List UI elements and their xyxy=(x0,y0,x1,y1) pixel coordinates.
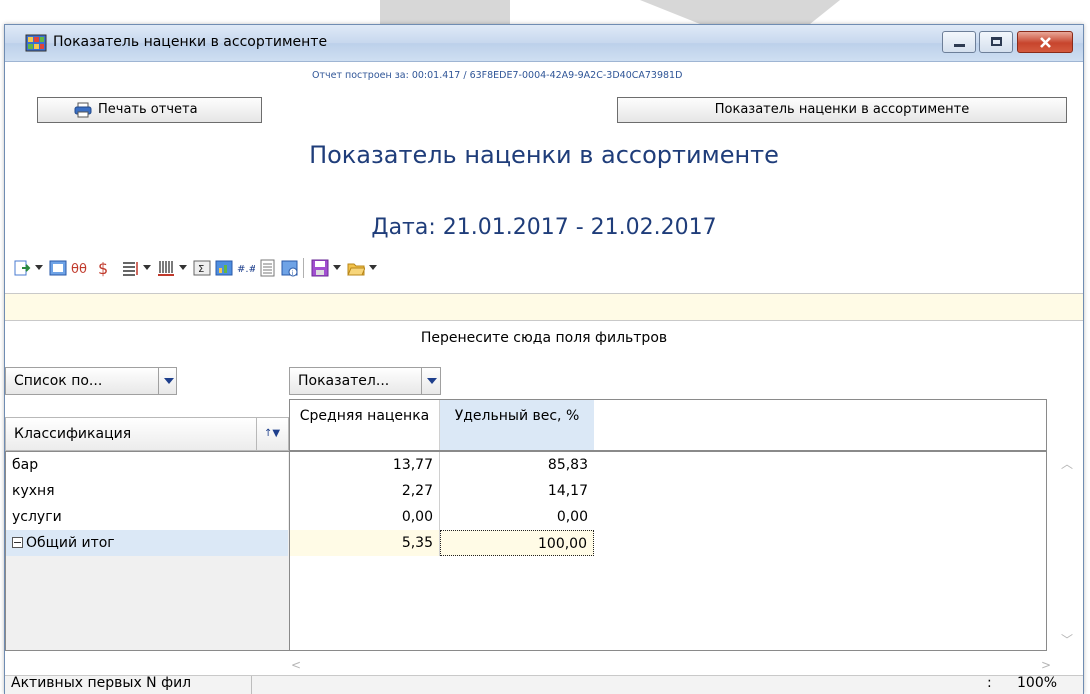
scroll-up-icon[interactable]: ︿ xyxy=(1061,455,1073,472)
row-label-bar[interactable]: бар xyxy=(6,452,288,478)
data-cells: 13,77 85,83 2,27 14,17 0,00 0,00 5,35 10… xyxy=(289,451,1047,651)
print-report-button[interactable]: Печать отчета xyxy=(37,97,262,123)
cell-kitchen-avg[interactable]: 2,27 xyxy=(290,478,440,504)
cell-bar-share[interactable]: 85,83 xyxy=(440,452,594,478)
zoom-level[interactable]: 100% xyxy=(1017,675,1057,691)
decimal-icon[interactable]: #.# xyxy=(237,259,255,277)
sort-icon[interactable]: ↑▼ xyxy=(256,418,287,450)
align-icon[interactable] xyxy=(121,259,139,277)
export-dropdown-icon[interactable] xyxy=(35,265,43,270)
info-icon[interactable]: i xyxy=(281,259,299,277)
column-header-avg-markup[interactable]: Средняя наценка xyxy=(290,400,440,450)
status-separator xyxy=(251,676,252,694)
svg-text:θθ: θθ xyxy=(71,262,87,277)
bars-icon[interactable] xyxy=(157,259,175,277)
pivot-toolbar: θθ $ Σ #.# i xyxy=(13,257,633,281)
status-colon: : xyxy=(987,675,992,691)
minimize-button[interactable] xyxy=(942,31,976,53)
scroll-left-icon[interactable]: < xyxy=(291,658,301,672)
printer-icon xyxy=(74,102,92,118)
column-field-label: Показател... xyxy=(298,373,390,389)
close-button[interactable] xyxy=(1017,31,1073,53)
column-headers: Средняя наценка Удельный вес, % xyxy=(289,399,1047,451)
app-grid-icon xyxy=(25,34,47,52)
chevron-down-icon[interactable] xyxy=(421,368,442,394)
horizontal-scrollbar[interactable]: < > xyxy=(5,657,1083,675)
chevron-down-icon[interactable] xyxy=(158,368,179,394)
filter-drop-hint: Перенесите сюда поля фильтров xyxy=(420,330,668,346)
bars-dropdown-icon[interactable] xyxy=(179,265,187,270)
form-icon[interactable] xyxy=(49,259,67,277)
report-window: Показатель наценки в ассортименте Отчет … xyxy=(4,24,1084,694)
cell-services-avg[interactable]: 0,00 xyxy=(290,504,440,530)
chart-icon[interactable] xyxy=(215,259,233,277)
status-bar: Активных первых N фил : 100% xyxy=(5,675,1083,694)
window-title: Показатель наценки в ассортименте xyxy=(53,34,328,50)
classification-header[interactable]: Классификация ↑▼ xyxy=(5,417,289,451)
classification-label: Классификация xyxy=(14,426,132,442)
report-date: Дата: 21.01.2017 - 21.02.2017 xyxy=(371,215,717,240)
cell-bar-avg[interactable]: 13,77 xyxy=(290,452,440,478)
align-dropdown-icon[interactable] xyxy=(143,265,151,270)
print-report-label: Печать отчета xyxy=(98,102,198,117)
cell-kitchen-share[interactable]: 14,17 xyxy=(440,478,594,504)
row-header-area: Классификация ↑▼ xyxy=(5,399,289,451)
column-field-button[interactable]: Показател... xyxy=(289,367,441,395)
row-label-kitchen[interactable]: кухня xyxy=(6,478,288,504)
svg-text:$: $ xyxy=(98,259,108,277)
save-icon[interactable] xyxy=(311,259,329,277)
svg-text:Σ: Σ xyxy=(198,264,204,275)
row-label-services[interactable]: услуги xyxy=(6,504,288,530)
open-folder-icon[interactable] xyxy=(347,259,365,277)
title-bar[interactable]: Показатель наценки в ассортименте xyxy=(5,25,1083,62)
list-icon[interactable] xyxy=(259,259,277,277)
total-label-text: Общий итог xyxy=(26,535,115,551)
report-title: Показатель наценки в ассортименте xyxy=(309,141,779,169)
pivot-grid: Классификация ↑▼ Средняя наценка Удельны… xyxy=(5,399,1083,651)
theta-icon[interactable]: θθ xyxy=(71,259,89,277)
dollar-icon[interactable]: $ xyxy=(95,259,113,277)
maximize-button[interactable] xyxy=(979,31,1013,53)
cell-services-share[interactable]: 0,00 xyxy=(440,504,594,530)
column-header-share[interactable]: Удельный вес, % xyxy=(440,400,594,450)
row-label-total[interactable]: Общий итог xyxy=(6,530,288,556)
collapse-icon[interactable] xyxy=(12,537,23,548)
open-dropdown-icon[interactable] xyxy=(369,265,377,270)
toolbar-separator xyxy=(303,258,304,278)
row-labels: бар кухня услуги Общий итог xyxy=(5,451,289,651)
filter-bar[interactable] xyxy=(5,293,1083,321)
svg-text:#.#: #.# xyxy=(237,264,255,275)
report-build-info: Отчет построен за: 00:01.417 / 63F8EDE7-… xyxy=(312,70,683,81)
sigma-icon[interactable]: Σ xyxy=(193,259,211,277)
report-name-button[interactable]: Показатель наценки в ассортименте xyxy=(617,97,1067,123)
scroll-down-icon[interactable]: ﹀ xyxy=(1061,631,1073,648)
status-active-filters: Активных первых N фил xyxy=(11,675,192,691)
close-icon xyxy=(1040,37,1051,48)
row-field-button[interactable]: Список по... xyxy=(5,367,177,395)
scroll-right-icon[interactable]: > xyxy=(1041,658,1051,672)
cell-total-avg[interactable]: 5,35 xyxy=(290,530,440,556)
row-field-label: Список по... xyxy=(14,373,103,389)
save-dropdown-icon[interactable] xyxy=(333,265,341,270)
vertical-scrollbar[interactable]: ︿ ﹀ xyxy=(1047,451,1083,651)
cell-total-share[interactable]: 100,00 xyxy=(440,530,594,556)
export-icon[interactable] xyxy=(13,259,31,277)
